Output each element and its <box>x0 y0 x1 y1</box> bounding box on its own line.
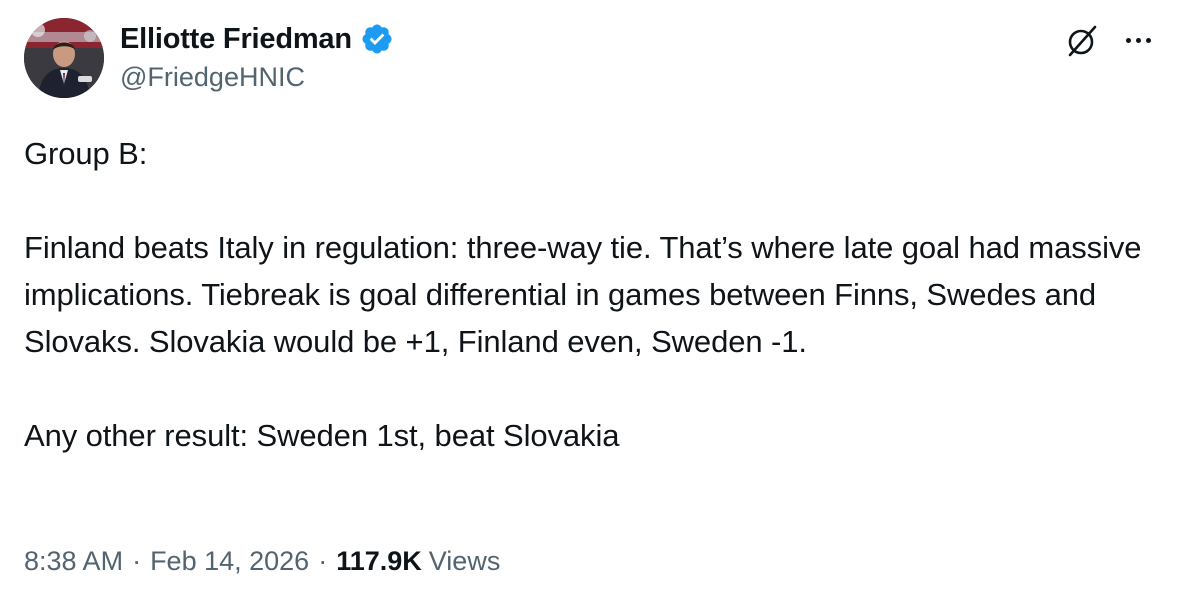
grok-icon[interactable] <box>1062 22 1100 60</box>
verified-badge-icon[interactable] <box>360 22 394 56</box>
meta-separator: · <box>132 546 142 576</box>
tweet-paragraph: Any other result: Sweden 1st, beat Slova… <box>24 418 620 453</box>
author-handle[interactable]: @FriedgeHNIC <box>120 62 305 93</box>
tweet-card: Elliotte Friedman @FriedgeHNIC Group B: … <box>0 0 1200 604</box>
views-count[interactable]: 117.9K <box>336 546 422 577</box>
dot <box>1125 37 1131 43</box>
tweet-time[interactable]: 8:38 AM <box>24 546 123 577</box>
author-name-row: Elliotte Friedman <box>120 20 394 58</box>
views-label[interactable]: Views <box>429 546 501 577</box>
display-name[interactable]: Elliotte Friedman <box>120 23 352 56</box>
dot <box>1145 37 1151 43</box>
tweet-date[interactable]: Feb 14, 2026 <box>150 546 309 577</box>
avatar[interactable] <box>24 18 104 98</box>
meta-separator: · <box>318 546 328 576</box>
tweet-paragraph: Group B: <box>24 136 148 171</box>
tweet-meta: 8:38 AM · Feb 14, 2026 · 117.9K Views <box>24 546 500 577</box>
more-options-icon[interactable] <box>1118 26 1158 54</box>
dot <box>1135 37 1141 43</box>
avatar-image <box>24 18 104 98</box>
tweet-paragraph: Finland beats Italy in regulation: three… <box>24 230 1142 359</box>
tweet-text: Group B: Finland beats Italy in regulati… <box>24 130 1174 459</box>
